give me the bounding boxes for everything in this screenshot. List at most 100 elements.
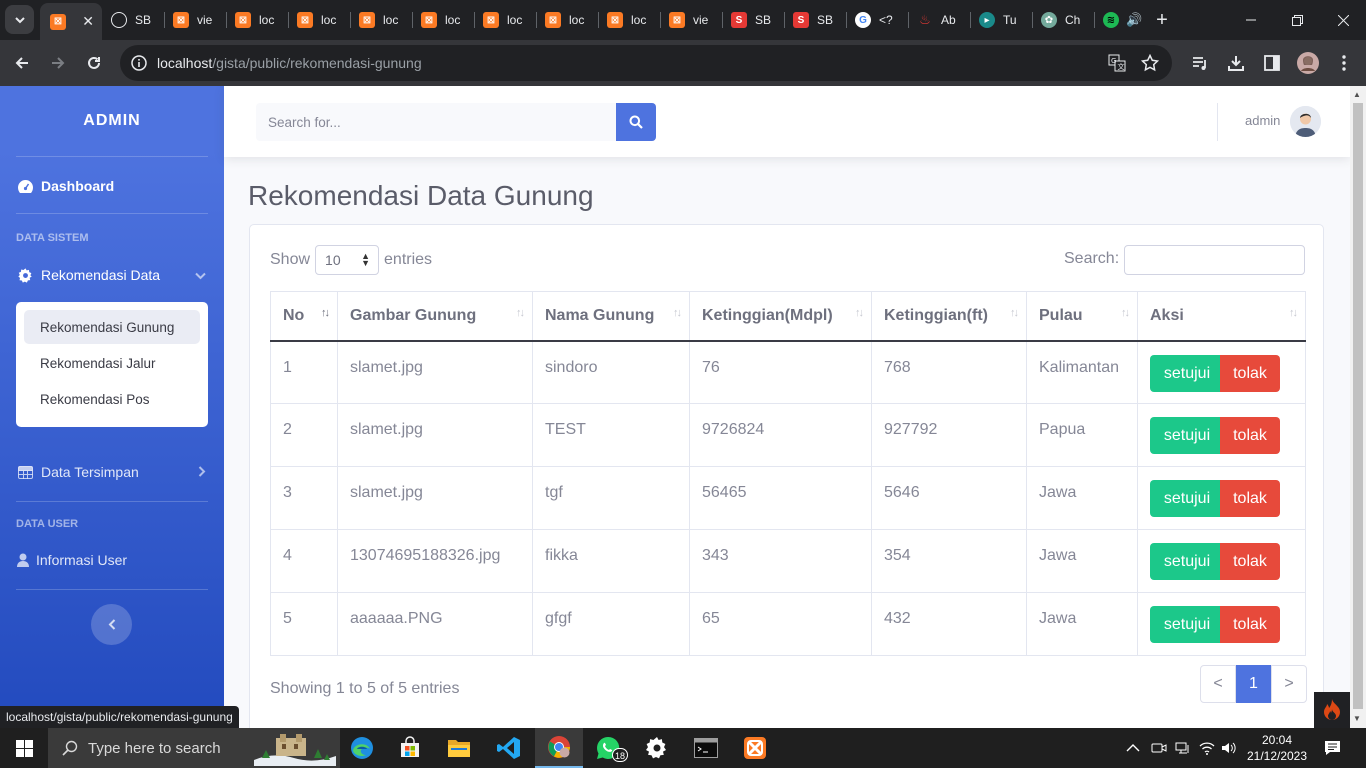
chrome-menu-icon[interactable] [1330, 49, 1358, 77]
tray-network[interactable] [1175, 728, 1191, 768]
column-header-no[interactable]: No ↑↓ [270, 291, 338, 342]
site-info-icon[interactable] [128, 52, 150, 74]
browser-tab[interactable]: ⊠ loc [474, 6, 536, 34]
browser-tab[interactable]: ⊠ ✕ [40, 3, 102, 40]
reject-button[interactable]: tolak [1220, 543, 1280, 580]
translate-icon[interactable]: G文 [1106, 52, 1128, 74]
column-header-nama[interactable]: Nama Gunung ↑↓ [532, 291, 690, 342]
browser-tab[interactable]: ⊠ loc [598, 6, 660, 34]
browser-tab[interactable]: ⊠ vie [164, 6, 226, 34]
taskbar-vscode[interactable] [485, 728, 533, 768]
tray-show-hidden-icons[interactable] [1126, 728, 1140, 768]
submenu-item-rekomendasi-jalur[interactable]: Rekomendasi Jalur [24, 346, 200, 380]
browser-tab[interactable]: ≋ 🔊 [1094, 6, 1150, 34]
side-panel-icon[interactable] [1258, 49, 1286, 77]
approve-button[interactable]: setujui [1150, 354, 1224, 392]
sidebar-brand[interactable]: ADMIN [0, 112, 224, 130]
column-header-aksi[interactable]: Aksi ↑↓ [1137, 291, 1306, 342]
browser-tab[interactable]: ▸ Tu [970, 6, 1032, 34]
scrollbar-thumb[interactable] [1353, 103, 1363, 709]
sidebar-item-informasi-user[interactable]: Informasi User [16, 552, 127, 568]
table-row: 1 slamet.jpg sindoro 76 768 Kalimantan setujui… [270, 340, 1306, 404]
pagination-page-1[interactable]: 1 [1236, 665, 1271, 703]
table-search-input[interactable] [1124, 245, 1305, 275]
column-header-mdpl[interactable]: Ketinggian(Mdpl) ↑↓ [689, 291, 872, 342]
topbar-user-name[interactable]: admin [1245, 113, 1280, 128]
sidebar-toggle-button[interactable] [91, 604, 132, 645]
media-control-icon[interactable] [1186, 49, 1214, 77]
pagination-next[interactable]: > [1271, 665, 1307, 703]
reject-button[interactable]: tolak [1220, 606, 1280, 643]
address-bar[interactable]: localhost/gista/public/rekomendasi-gunun… [120, 45, 1172, 81]
topbar-search-button[interactable] [616, 103, 656, 141]
reject-button[interactable]: tolak [1220, 480, 1280, 517]
submenu-item-rekomendasi-gunung[interactable]: Rekomendasi Gunung [24, 310, 200, 344]
browser-tab[interactable]: ⊠ loc [288, 6, 350, 34]
topbar-search-input[interactable] [256, 103, 616, 141]
taskbar-clock[interactable]: 20:04 21/12/2023 [1246, 732, 1308, 764]
browser-tab[interactable]: ⊠ loc [536, 6, 598, 34]
sidebar-item-label: Data Tersimpan [41, 464, 139, 480]
bookmark-star-icon[interactable] [1139, 52, 1161, 74]
back-button[interactable] [8, 49, 36, 77]
browser-tab[interactable]: SB [102, 6, 164, 34]
taskbar-xampp[interactable] [731, 728, 779, 768]
taskbar-edge[interactable] [338, 728, 386, 768]
start-button[interactable] [0, 728, 48, 768]
scroll-up-icon[interactable]: ▲ [1353, 90, 1361, 99]
download-icon[interactable] [1222, 49, 1250, 77]
page-scrollbar[interactable]: ▲ ▼ [1350, 86, 1366, 728]
profile-avatar[interactable] [1294, 49, 1322, 77]
approve-button[interactable]: setujui [1150, 543, 1224, 580]
taskbar-whatsapp[interactable]: 18 [584, 728, 632, 768]
approve-button[interactable]: setujui [1150, 480, 1224, 517]
approve-button[interactable]: setujui [1150, 606, 1224, 643]
browser-tab[interactable]: ⊠ loc [350, 6, 412, 34]
avatar[interactable] [1290, 106, 1321, 137]
scroll-down-icon[interactable]: ▼ [1353, 714, 1361, 723]
sidebar-item-data-tersimpan[interactable]: Data Tersimpan [16, 464, 208, 480]
xampp-icon: ⊠ [173, 12, 189, 28]
taskbar-settings[interactable] [633, 728, 681, 768]
sidebar-item-rekomendasi-data[interactable]: Rekomendasi Data [16, 267, 208, 283]
approve-button[interactable]: setujui [1150, 417, 1224, 454]
browser-tab[interactable]: ⊠ loc [226, 6, 288, 34]
browser-tab[interactable]: G <? [846, 6, 908, 34]
taskbar-chrome[interactable] [535, 728, 583, 768]
browser-tab[interactable]: ✿ Ch [1032, 6, 1094, 34]
chevron-down-icon [195, 267, 206, 283]
minimize-button[interactable] [1228, 0, 1274, 40]
column-header-ft[interactable]: Ketinggian(ft) ↑↓ [871, 291, 1027, 342]
tray-notifications[interactable] [1324, 728, 1341, 768]
browser-tab[interactable]: S SB [722, 6, 784, 34]
page-length-select[interactable]: 10 ▲ ▼ [315, 245, 380, 275]
tray-meet-now[interactable] [1151, 728, 1167, 768]
taskbar-file-explorer[interactable] [435, 728, 483, 768]
browser-tab[interactable]: ♨ Ab [908, 6, 970, 34]
column-header-gambar[interactable]: Gambar Gunung ↑↓ [337, 291, 533, 342]
close-tab-icon[interactable]: ✕ [82, 13, 94, 30]
taskbar-terminal[interactable] [682, 728, 730, 768]
tray-volume[interactable] [1221, 728, 1237, 768]
browser-tab[interactable]: ⊠ vie [660, 6, 722, 34]
reject-button[interactable]: tolak [1220, 354, 1280, 392]
reload-button[interactable] [80, 49, 108, 77]
tab-search-button[interactable] [5, 5, 34, 34]
new-tab-button[interactable]: + [1152, 8, 1172, 32]
close-window-button[interactable] [1320, 0, 1366, 40]
speaker-icon[interactable]: 🔊 [1126, 12, 1142, 28]
pagination-previous[interactable]: < [1200, 665, 1236, 703]
codeigniter-toolbar-icon[interactable] [1314, 692, 1350, 728]
taskbar-search-box[interactable]: Type here to search [48, 728, 340, 768]
tray-wifi[interactable] [1199, 728, 1215, 768]
taskbar-store[interactable] [386, 728, 434, 768]
browser-tab[interactable]: S SB [784, 6, 846, 34]
browser-tab[interactable]: ⊠ loc [412, 6, 474, 34]
sidebar-item-dashboard[interactable]: Dashboard [16, 178, 114, 194]
submenu-item-rekomendasi-pos[interactable]: Rekomendasi Pos [24, 382, 200, 416]
forward-button[interactable] [44, 49, 72, 77]
reject-button[interactable]: tolak [1220, 417, 1280, 454]
restore-button[interactable] [1274, 0, 1320, 40]
sidebar-divider [16, 156, 208, 157]
column-header-pulau[interactable]: Pulau ↑↓ [1026, 291, 1138, 342]
